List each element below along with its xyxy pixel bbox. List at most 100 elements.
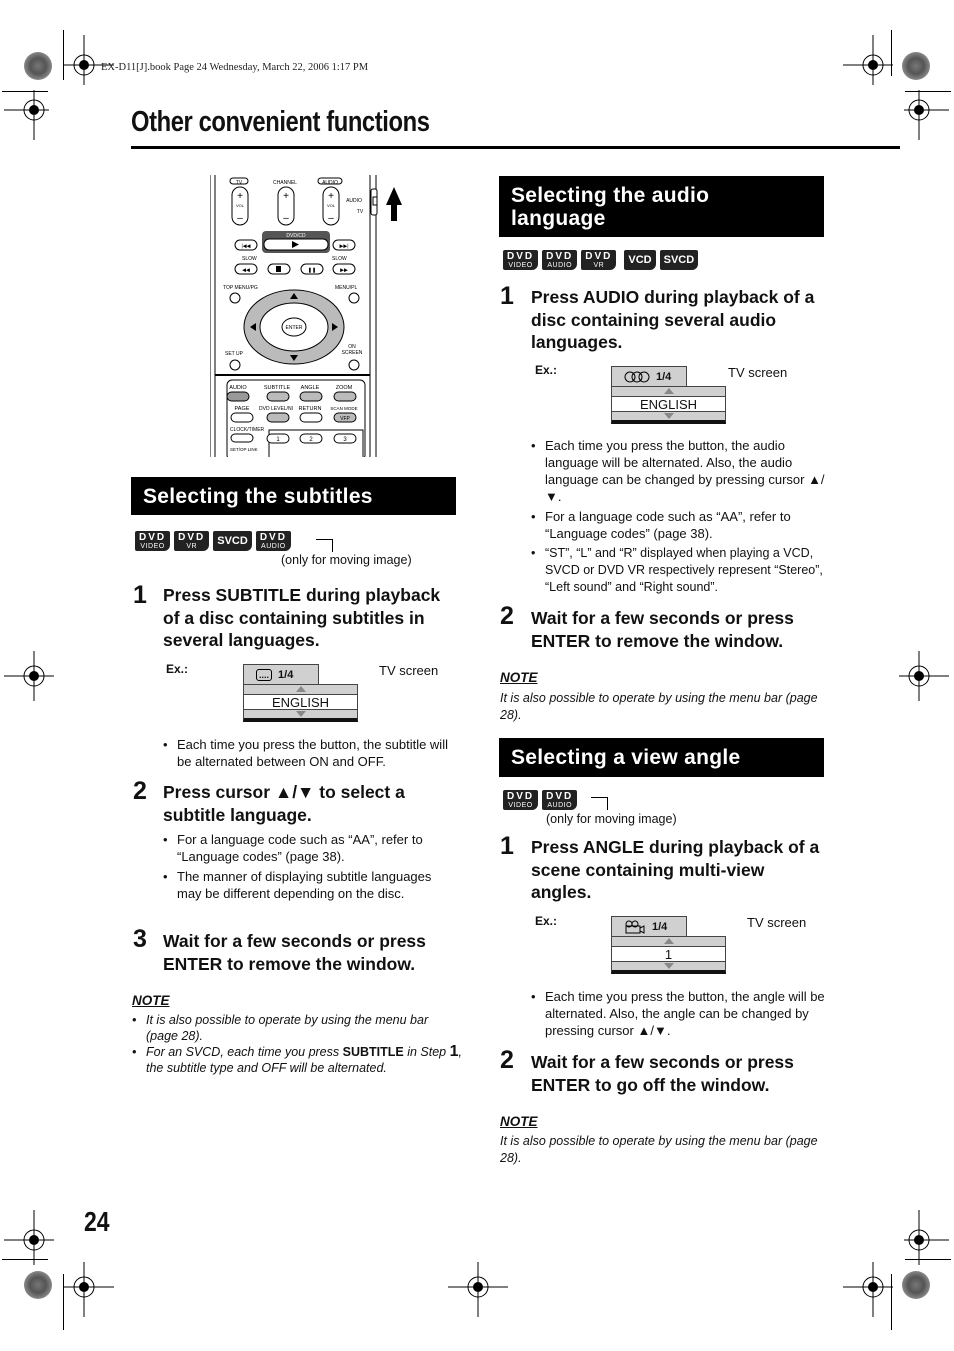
- note-heading: NOTE: [132, 993, 170, 1008]
- section-title: Selecting the subtitles: [143, 484, 373, 508]
- tv-screen-osd-angle: 1/4 1: [611, 916, 726, 974]
- osd-up-arrow-icon: [663, 938, 674, 944]
- registration-disc-icon: [902, 1271, 930, 1299]
- camera-icon: [624, 920, 646, 934]
- tv-screen-osd-audio: 1/4 ENGLISH: [611, 366, 726, 424]
- step-instruction: Wait for a few seconds or press ENTER to…: [531, 608, 794, 651]
- remote-label-tv: TV: [236, 180, 243, 186]
- osd-count: 1/4: [652, 920, 668, 933]
- svg-text:+: +: [328, 191, 334, 202]
- step-number: 2: [133, 777, 147, 805]
- remote-label-screen: SCREEN: [342, 350, 363, 356]
- osd-tab: 1/4: [611, 916, 687, 936]
- step-number: 2: [500, 602, 514, 630]
- remote-label-audio-top: AUDIO: [322, 180, 338, 186]
- svg-text:–: –: [237, 213, 243, 224]
- remote-label-page: PAGE: [235, 406, 250, 412]
- bullet-item: Each time you press the button, the angl…: [531, 988, 826, 1039]
- remote-label-dvdcd: DVD/CD: [286, 233, 306, 239]
- note-heading: NOTE: [500, 1114, 538, 1129]
- section-heading-subtitles: Selecting the subtitles: [131, 477, 456, 515]
- note-text: It is also possible to operate by using …: [500, 691, 818, 722]
- remote-switch-audio: AUDIO: [346, 198, 362, 204]
- note-item: For an SVCD, each time you press SUBTITL…: [132, 1044, 462, 1076]
- title-rule: [131, 146, 900, 149]
- remote-label-dvd-level: DVD LEVEL/NI: [259, 406, 293, 412]
- svg-text:–: –: [283, 213, 289, 224]
- tv-screen-label: TV screen: [728, 365, 788, 380]
- badge-dvd-video: DVD VIDEO: [135, 531, 171, 551]
- section-title: Selecting a view angle: [511, 746, 741, 769]
- step-instruction: Press SUBTITLE during playback of a disc…: [163, 585, 441, 650]
- remote-label-audio: AUDIO: [229, 385, 247, 391]
- disc-badges-subtitles: DVD VIDEO DVD VR SVCD DVD AUDIO: [135, 531, 291, 551]
- example-label: Ex.:: [166, 662, 189, 676]
- svg-text:▶▶: ▶▶: [340, 268, 348, 274]
- step-instruction: Wait for a few seconds or press ENTER to…: [531, 1052, 794, 1095]
- disc-badges-angle: DVD VIDEO DVD AUDIO: [503, 790, 578, 810]
- badge-dvd-audio: DVD AUDIO: [542, 790, 578, 810]
- svg-text:VOL: VOL: [327, 203, 336, 208]
- step-bullets: For a language code such as “AA”, refer …: [163, 831, 458, 905]
- remote-label-angle: ANGLE: [301, 385, 320, 391]
- crop-line: [2, 1259, 48, 1260]
- section-title: Selecting the audio language: [511, 183, 710, 230]
- subtitle-icon: ....: [256, 668, 273, 681]
- badge-svcd: SVCD: [213, 531, 252, 551]
- registration-disc-icon: [24, 1271, 52, 1299]
- section-heading-audio: Selecting the audio language: [499, 176, 824, 237]
- registration-mark-icon: [448, 1257, 508, 1317]
- section-heading-angle: Selecting a view angle: [499, 738, 824, 777]
- svg-text:–: –: [328, 213, 334, 224]
- remote-control-illustration: TV CHANNEL AUDIO + VOL – + – + VOL – AUD…: [210, 175, 402, 457]
- osd-down-arrow-icon: [295, 711, 306, 717]
- osd-value: ENGLISH: [612, 396, 725, 412]
- example-label: Ex.:: [535, 914, 558, 928]
- step-number: 1: [500, 832, 514, 860]
- badge-note: (only for moving image): [546, 812, 677, 826]
- remote-label-setup: SET UP: [225, 351, 244, 357]
- remote-label-subtitle: SUBTITLE: [264, 385, 291, 391]
- step-number: 1: [500, 282, 514, 310]
- svg-text:◀◀: ◀◀: [242, 268, 250, 274]
- badge-dvd-audio: DVD AUDIO: [255, 531, 291, 551]
- registration-mark-icon: [4, 80, 64, 140]
- svg-text:+: +: [283, 191, 289, 202]
- step-bullets: Each time you press the button, the audi…: [531, 437, 826, 599]
- page-title: Other convenient functions: [131, 106, 430, 138]
- bullet-item: For a language code such as “AA”, refer …: [163, 831, 458, 865]
- remote-label-set-op-link: SET/OP LINK: [230, 447, 258, 452]
- registration-disc-icon: [24, 52, 52, 80]
- remote-label-slow-left: SLOW: [242, 256, 257, 262]
- note-item: It is also possible to operate by using …: [132, 1012, 462, 1044]
- registration-mark-icon: [889, 1210, 949, 1270]
- badge-svcd: SVCD: [659, 250, 699, 270]
- svg-text:|◀◀: |◀◀: [242, 244, 251, 250]
- remote-label-menu: MENU/PL: [335, 285, 357, 291]
- page-number: 24: [84, 1206, 110, 1237]
- tv-screen-label: TV screen: [379, 663, 439, 678]
- note-list: It is also possible to operate by using …: [132, 1012, 462, 1076]
- step-number: 2: [500, 1046, 514, 1074]
- registration-mark-icon: [54, 1257, 114, 1317]
- osd-value: 1: [612, 946, 725, 962]
- osd-body: ENGLISH: [243, 684, 358, 722]
- remote-label-vfp: VFP: [340, 416, 350, 422]
- osd-tab: 1/4: [611, 366, 687, 386]
- svg-text:▶▶|: ▶▶|: [340, 244, 349, 250]
- remote-label-clock-timer: CLOCK/TIMER: [230, 427, 265, 433]
- step-number: 3: [133, 925, 147, 953]
- crop-line: [891, 1274, 892, 1330]
- step-instruction: Press AUDIO during playback of a disc co…: [531, 287, 815, 352]
- osd-body: ENGLISH: [611, 386, 726, 424]
- badge-dvd-video: DVD VIDEO: [503, 790, 539, 810]
- disc-badges-audio: DVD VIDEO DVD AUDIO DVD VR VCD SVCD: [503, 250, 699, 270]
- note-text: It is also possible to operate by using …: [500, 1134, 818, 1165]
- badge-dvd-vr: DVD VR: [581, 250, 617, 270]
- bullet-item: For a language code such as “AA”, refer …: [531, 508, 826, 542]
- step-instruction: Press ANGLE during playback of a scene c…: [531, 837, 820, 902]
- bullet-item: Each time you press the button, the audi…: [531, 437, 826, 505]
- svg-text:+: +: [237, 191, 243, 202]
- remote-label-slow-right: SLOW: [332, 256, 347, 262]
- badge-bracket: [591, 797, 608, 810]
